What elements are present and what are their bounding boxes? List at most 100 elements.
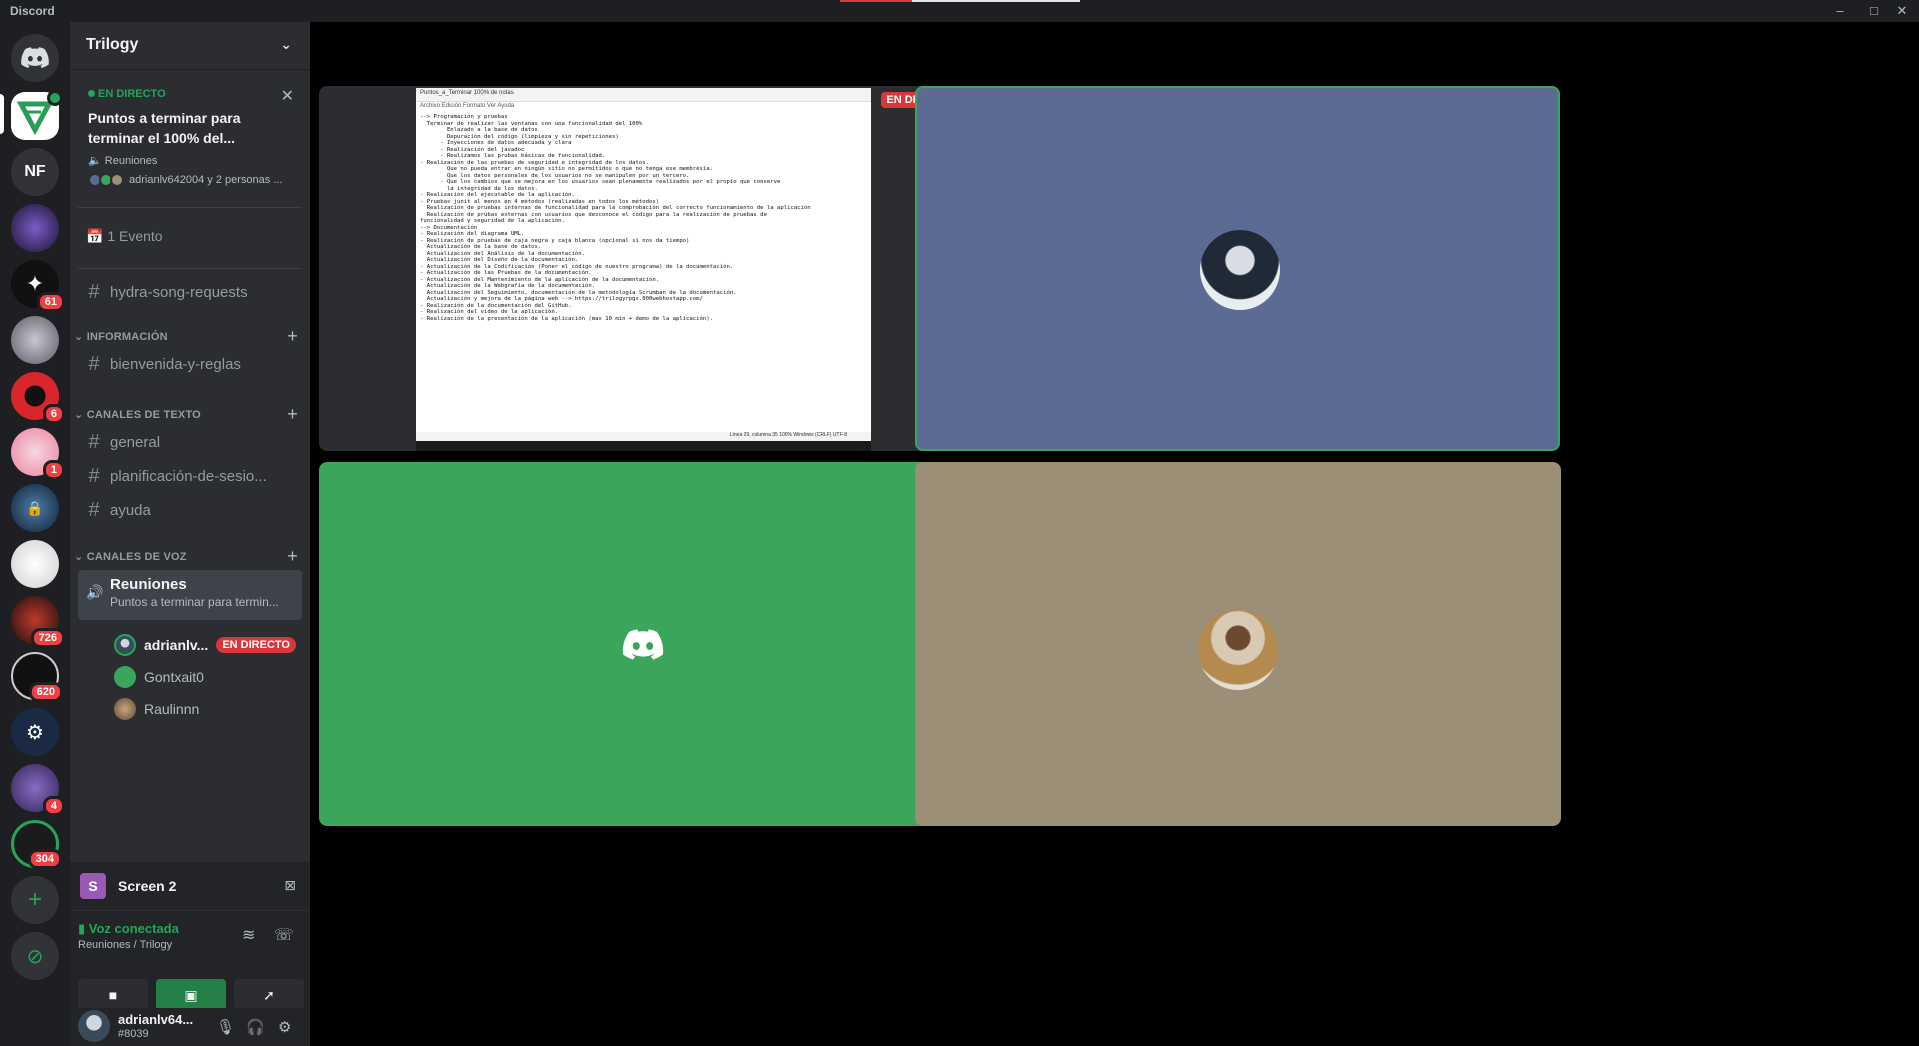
category-canales-de-texto[interactable]: ⌄ CANALES DE TEXTO + bbox=[74, 404, 306, 424]
screen-share-panel: S Screen 2 ⊠ bbox=[70, 862, 310, 910]
headphones-icon[interactable]: 🎧 bbox=[246, 1018, 265, 1036]
notepad-menu: Archivo Edición Formato Ver Ayuda bbox=[420, 103, 515, 109]
username[interactable]: adrianlv64... bbox=[118, 1012, 193, 1027]
participant-tile-raulinnn[interactable] bbox=[915, 462, 1561, 826]
hashtag-icon: # bbox=[88, 498, 100, 521]
microphone-icon[interactable]: 🎙 bbox=[216, 1018, 235, 1036]
channel-hydra-song-requests[interactable]: # hydra-song-requests bbox=[78, 276, 302, 308]
live-dot-icon bbox=[88, 90, 95, 97]
camera-icon: ■ bbox=[108, 987, 118, 1003]
category-canales-de-voz[interactable]: ⌄ CANALES DE VOZ + bbox=[74, 546, 306, 566]
stop-stream-icon[interactable]: ⊠ bbox=[284, 877, 296, 894]
server-11-icon[interactable]: 726 bbox=[11, 596, 65, 648]
live-badge: EN DIRECTO bbox=[216, 637, 296, 653]
chevron-down-icon: ⌄ bbox=[280, 36, 292, 52]
mention-badge: 61 bbox=[36, 292, 65, 312]
rocket-icon: ➚ bbox=[263, 987, 275, 1003]
rocket-league-icon: ⚙ bbox=[26, 721, 44, 744]
server-7-icon[interactable]: 6 bbox=[11, 372, 65, 424]
add-channel-icon[interactable]: + bbox=[287, 546, 298, 567]
stream-tile[interactable]: Puntos_a_Terminar 100% de notas Archivo … bbox=[319, 86, 967, 451]
channel-planificacion[interactable]: # planificación-de-sesio... bbox=[78, 460, 302, 492]
channel-ayuda[interactable]: # ayuda bbox=[78, 494, 302, 526]
voice-location[interactable]: Reuniones / Trilogy bbox=[78, 939, 172, 951]
channel-bienvenida-y-reglas[interactable]: # bienvenida-y-reglas bbox=[78, 348, 302, 380]
server-4-icon[interactable] bbox=[11, 204, 59, 252]
event-channel: 🔈 Reuniones bbox=[88, 154, 292, 167]
voice-user[interactable]: Gontxait0 bbox=[114, 664, 302, 690]
share-screen-button[interactable]: ▣ bbox=[156, 979, 226, 1011]
avatar bbox=[114, 666, 136, 688]
home-discord-icon[interactable] bbox=[11, 34, 59, 82]
voice-user[interactable]: Raulinnn bbox=[114, 696, 302, 722]
channel-name: planificación-de-sesio... bbox=[110, 467, 267, 485]
server-15-icon[interactable]: 304 bbox=[11, 820, 62, 869]
add-channel-icon[interactable]: + bbox=[287, 404, 298, 425]
voice-status-label: Voz conectada bbox=[88, 921, 179, 936]
screen-share-icon: ▣ bbox=[184, 987, 198, 1003]
events-link[interactable]: 📅 1 Evento bbox=[86, 228, 163, 245]
hashtag-icon: # bbox=[88, 464, 100, 487]
explore-servers-icon[interactable]: ⊘ bbox=[11, 932, 59, 980]
channel-name: hydra-song-requests bbox=[110, 283, 248, 301]
voice-channel-reuniones[interactable]: 🔊 Reuniones Puntos a terminar para termi… bbox=[78, 570, 302, 620]
participant-tile-adrianlv[interactable] bbox=[915, 86, 1560, 451]
voice-user[interactable]: adrianlv... EN DIRECTO bbox=[114, 632, 302, 658]
server-rail: NF ✦ 61 6 1 🔒 726 620 ⚙ 4 304 + ⊘ bbox=[0, 22, 70, 1046]
event-participants-label: adrianlv642004 y 2 personas ... bbox=[129, 174, 283, 186]
lock-icon: 🔒 bbox=[26, 499, 44, 516]
app-title: Discord bbox=[10, 4, 55, 18]
windows-taskbar bbox=[416, 441, 871, 451]
server-12-icon[interactable]: 620 bbox=[11, 652, 63, 702]
channel-name: ayuda bbox=[110, 501, 151, 519]
server-14-icon[interactable]: 4 bbox=[11, 764, 65, 816]
live-event-card[interactable]: EN DIRECTO ✕ Puntos a terminar para term… bbox=[78, 78, 302, 208]
channel-sidebar: Trilogy ⌄ EN DIRECTO ✕ Puntos a terminar… bbox=[70, 22, 310, 1046]
mention-badge: 304 bbox=[27, 849, 62, 869]
user-tag: #8039 bbox=[118, 1028, 149, 1040]
category-informacion[interactable]: ⌄ INFORMACIÓN + bbox=[74, 326, 306, 346]
notepad-titlebar: Puntos_a_Terminar 100% de notas bbox=[416, 88, 871, 102]
voice-channel-topic: Puntos a terminar para termin... bbox=[110, 595, 279, 609]
speaker-icon: 🔊 bbox=[86, 584, 104, 600]
camera-button[interactable]: ■ bbox=[78, 979, 148, 1011]
add-channel-icon[interactable]: + bbox=[287, 326, 298, 347]
activities-button[interactable]: ➚ bbox=[234, 979, 304, 1011]
server-nf-icon[interactable]: NF bbox=[11, 148, 59, 196]
close-window-button[interactable]: ✕ bbox=[1885, 0, 1919, 22]
title-bar: Discord – □ ✕ bbox=[0, 0, 1919, 22]
participant-tile-gontxait0[interactable] bbox=[319, 462, 967, 826]
gear-icon[interactable]: ⚙ bbox=[278, 1018, 291, 1036]
shared-screen: Puntos_a_Terminar 100% de notas Archivo … bbox=[416, 88, 871, 451]
server-trilogy-icon[interactable] bbox=[11, 90, 63, 140]
voice-status[interactable]: ▮ Voz conectada bbox=[78, 921, 179, 937]
loading-bar-fill bbox=[840, 0, 912, 2]
minimize-button[interactable]: – bbox=[1823, 0, 1857, 22]
server-9-icon[interactable]: 🔒 bbox=[11, 484, 59, 532]
event-channel-label: Reuniones bbox=[104, 155, 158, 167]
server-8-icon[interactable]: 1 bbox=[11, 428, 65, 480]
discord-logo-icon bbox=[21, 47, 49, 68]
event-live-tag: EN DIRECTO bbox=[88, 88, 292, 100]
close-icon[interactable]: ✕ bbox=[281, 86, 294, 106]
guild-header[interactable]: Trilogy ⌄ bbox=[70, 22, 310, 70]
speaker-icon: 🔈 bbox=[88, 155, 102, 167]
server-5-icon[interactable]: ✦ 61 bbox=[11, 260, 65, 312]
channel-name: bienvenida-y-reglas bbox=[110, 355, 241, 373]
disconnect-icon[interactable]: ☏ bbox=[274, 925, 294, 945]
server-13-icon[interactable]: ⚙ bbox=[11, 708, 59, 756]
signal-icon: ▮ bbox=[78, 921, 86, 936]
channel-name: general bbox=[110, 433, 161, 451]
avatar bbox=[1198, 610, 1278, 690]
mention-badge: 726 bbox=[30, 628, 65, 648]
event-participants: adrianlv642004 y 2 personas ... bbox=[88, 173, 292, 187]
voice-activity-icon bbox=[47, 90, 63, 106]
server-6-icon[interactable] bbox=[11, 316, 59, 364]
noise-suppression-icon[interactable]: ≋ bbox=[242, 925, 255, 945]
server-10-icon[interactable] bbox=[11, 540, 59, 588]
channel-general[interactable]: # general bbox=[78, 426, 302, 458]
avatar[interactable] bbox=[78, 1010, 110, 1042]
avatar bbox=[114, 634, 136, 656]
notepad-statusbar: Línea 29, columna 35 100% Windows (CRLF)… bbox=[416, 432, 871, 441]
add-server-icon[interactable]: + bbox=[11, 876, 59, 924]
